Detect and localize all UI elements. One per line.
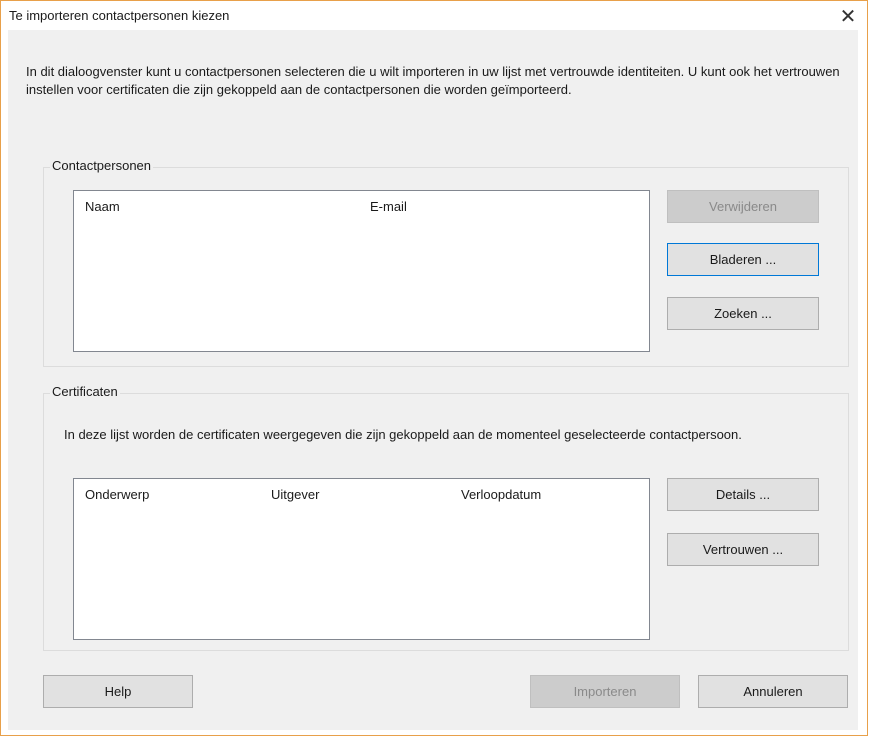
browse-button[interactable]: Bladeren ... [667,243,819,276]
column-header-email[interactable]: E-mail [370,199,407,214]
contacts-list[interactable]: Naam E-mail [73,190,650,352]
certificates-group-label: Certificaten [50,384,120,400]
import-button[interactable]: Importeren [530,675,680,708]
certificates-description: In deze lijst worden de certificaten wee… [64,427,742,442]
help-button[interactable]: Help [43,675,193,708]
title-bar: Te importeren contactpersonen kiezen ✕ [1,1,867,31]
column-header-subject[interactable]: Onderwerp [85,487,149,502]
column-header-expiry[interactable]: Verloopdatum [461,487,541,502]
cancel-button[interactable]: Annuleren [698,675,848,708]
close-icon[interactable]: ✕ [837,5,859,27]
intro-text: In dit dialoogvenster kunt u contactpers… [26,64,840,97]
column-header-issuer[interactable]: Uitgever [271,487,319,502]
trust-button[interactable]: Vertrouwen ... [667,533,819,566]
certificates-list[interactable]: Onderwerp Uitgever Verloopdatum [73,478,650,640]
column-header-name[interactable]: Naam [85,199,120,214]
remove-button[interactable]: Verwijderen [667,190,819,223]
search-button[interactable]: Zoeken ... [667,297,819,330]
dialog-title: Te importeren contactpersonen kiezen [9,8,230,23]
details-button[interactable]: Details ... [667,478,819,511]
contacts-group-label: Contactpersonen [50,158,154,174]
